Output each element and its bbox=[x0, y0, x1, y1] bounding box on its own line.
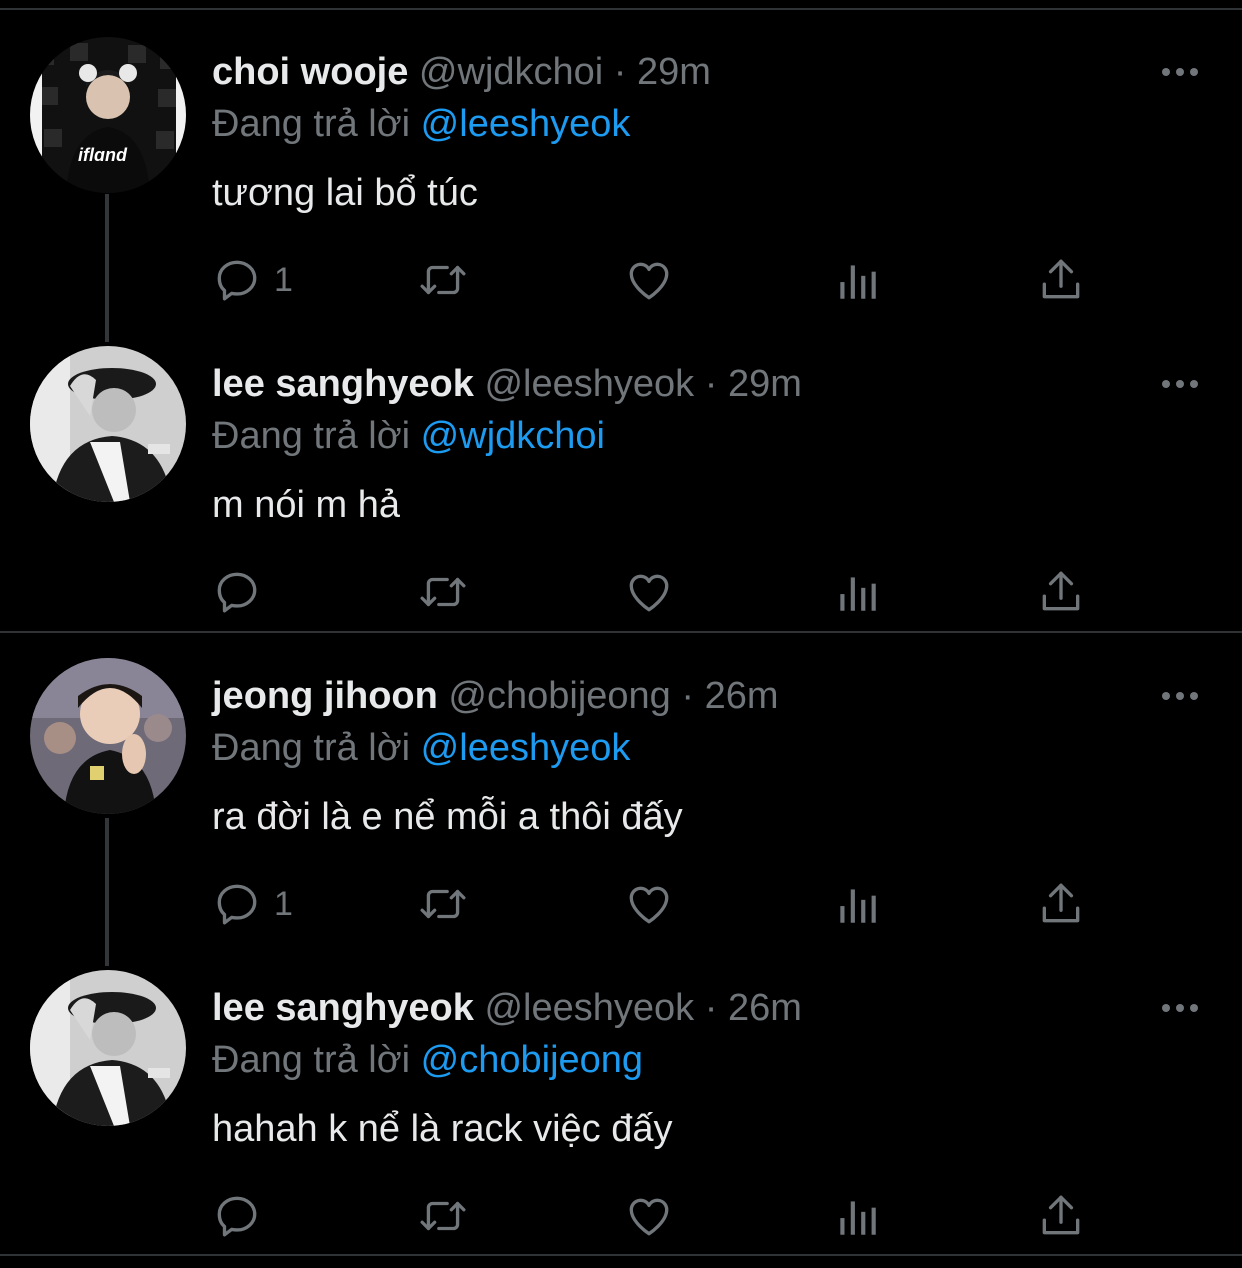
mention-link[interactable]: @leeshyeok bbox=[421, 727, 631, 769]
reply-button[interactable]: 1 bbox=[212, 876, 293, 932]
retweet-icon bbox=[420, 889, 466, 919]
separator: · bbox=[704, 987, 718, 1029]
replying-to: Đang trả lời @wjdkchoi bbox=[212, 412, 605, 460]
tweet-header: jeong jihoon @chobijeong · 26m bbox=[212, 672, 779, 720]
share-icon bbox=[1042, 259, 1080, 299]
timestamp[interactable]: 26m bbox=[705, 675, 779, 717]
avatar[interactable] bbox=[30, 970, 186, 1126]
more-icon[interactable] bbox=[1158, 684, 1202, 708]
tweet[interactable]: jeong jihoon @chobijeong · 26m Đang trả … bbox=[0, 634, 1242, 946]
action-bar: 1 bbox=[0, 232, 1242, 332]
share-button[interactable] bbox=[1036, 564, 1086, 620]
timestamp[interactable]: 29m bbox=[637, 51, 711, 93]
retweet-icon bbox=[420, 1201, 466, 1231]
share-icon bbox=[1042, 571, 1080, 611]
tweet[interactable]: lee sanghyeok @leeshyeok · 26m Đang trả … bbox=[0, 946, 1242, 1258]
replying-prefix: Đang trả lời bbox=[212, 1039, 411, 1081]
views-icon bbox=[840, 577, 876, 611]
share-icon bbox=[1042, 883, 1080, 923]
views-button[interactable] bbox=[832, 1188, 882, 1244]
reply-icon bbox=[217, 572, 257, 613]
retweet-button[interactable] bbox=[418, 876, 468, 932]
handle[interactable]: @wjdkchoi bbox=[419, 51, 603, 93]
avatar[interactable]: iflɑnd bbox=[30, 37, 186, 193]
share-icon bbox=[1042, 1195, 1080, 1235]
replying-to: Đang trả lời @leeshyeok bbox=[212, 100, 630, 148]
views-button[interactable] bbox=[832, 564, 882, 620]
reply-button[interactable]: 1 bbox=[212, 252, 293, 308]
views-button[interactable] bbox=[832, 876, 882, 932]
tweet-header: lee sanghyeok @leeshyeok · 26m bbox=[212, 984, 802, 1032]
share-button[interactable] bbox=[1036, 876, 1086, 932]
tweet-header: choi wooje @wjdkchoi · 29m bbox=[212, 48, 711, 96]
reply-button[interactable] bbox=[212, 564, 274, 620]
reply-count: 1 bbox=[274, 260, 293, 299]
replying-prefix: Đang trả lời bbox=[212, 727, 411, 769]
replying-to: Đang trả lời @leeshyeok bbox=[212, 724, 630, 772]
display-name[interactable]: choi wooje bbox=[212, 51, 408, 93]
retweet-button[interactable] bbox=[418, 564, 468, 620]
share-button[interactable] bbox=[1036, 1188, 1086, 1244]
views-icon bbox=[840, 889, 876, 923]
retweet-button[interactable] bbox=[418, 1188, 468, 1244]
reply-button[interactable] bbox=[212, 1188, 274, 1244]
display-name[interactable]: jeong jihoon bbox=[212, 675, 438, 717]
more-icon[interactable] bbox=[1158, 996, 1202, 1020]
mention-link[interactable]: @wjdkchoi bbox=[421, 415, 605, 457]
like-button[interactable] bbox=[624, 564, 674, 620]
more-icon[interactable] bbox=[1158, 372, 1202, 396]
action-bar: 1 bbox=[0, 856, 1242, 956]
mention-link[interactable]: @chobijeong bbox=[421, 1039, 643, 1081]
reply-count: 1 bbox=[274, 884, 293, 923]
tweet[interactable]: iflɑnd choi wooje @wjdkchoi · 29m Đang t… bbox=[0, 10, 1242, 322]
heart-icon bbox=[629, 262, 669, 300]
tweet-text: m nói m hả bbox=[212, 484, 400, 526]
avatar[interactable] bbox=[30, 346, 186, 502]
replying-prefix: Đang trả lời bbox=[212, 415, 411, 457]
tweet[interactable]: lee sanghyeok @leeshyeok · 29m Đang trả … bbox=[0, 322, 1242, 634]
share-button[interactable] bbox=[1036, 252, 1086, 308]
views-icon bbox=[840, 1201, 876, 1235]
handle[interactable]: @leeshyeok bbox=[484, 363, 694, 405]
handle[interactable]: @leeshyeok bbox=[484, 987, 694, 1029]
tweet-text: ra đời là e nể mỗi a thôi đấy bbox=[212, 796, 683, 838]
timestamp[interactable]: 29m bbox=[728, 363, 802, 405]
views-icon bbox=[840, 265, 876, 299]
tweet-text: hahah k nể là rack việc đấy bbox=[212, 1108, 673, 1150]
reply-icon bbox=[217, 1196, 257, 1237]
reply-icon bbox=[217, 884, 257, 925]
replying-to: Đang trả lời @chobijeong bbox=[212, 1036, 643, 1084]
retweet-icon bbox=[420, 265, 466, 295]
views-button[interactable] bbox=[832, 252, 882, 308]
retweet-icon bbox=[420, 577, 466, 607]
avatar[interactable] bbox=[30, 658, 186, 814]
heart-icon bbox=[629, 1198, 669, 1236]
like-button[interactable] bbox=[624, 252, 674, 308]
display-name[interactable]: lee sanghyeok bbox=[212, 987, 474, 1029]
display-name[interactable]: lee sanghyeok bbox=[212, 363, 474, 405]
reply-icon bbox=[217, 260, 257, 301]
action-bar bbox=[0, 544, 1242, 644]
separator: · bbox=[681, 675, 695, 717]
avatar-logo-text: iflɑnd bbox=[78, 145, 127, 165]
timestamp[interactable]: 26m bbox=[728, 987, 802, 1029]
action-bar bbox=[0, 1168, 1242, 1268]
heart-icon bbox=[629, 886, 669, 924]
mention-link[interactable]: @leeshyeok bbox=[421, 103, 631, 145]
tweet-text: tương lai bổ túc bbox=[212, 172, 478, 214]
replying-prefix: Đang trả lời bbox=[212, 103, 411, 145]
heart-icon bbox=[629, 574, 669, 612]
like-button[interactable] bbox=[624, 876, 674, 932]
retweet-button[interactable] bbox=[418, 252, 468, 308]
tweet-header: lee sanghyeok @leeshyeok · 29m bbox=[212, 360, 802, 408]
more-icon[interactable] bbox=[1158, 60, 1202, 84]
separator: · bbox=[613, 51, 627, 93]
separator: · bbox=[704, 363, 718, 405]
handle[interactable]: @chobijeong bbox=[448, 675, 670, 717]
like-button[interactable] bbox=[624, 1188, 674, 1244]
